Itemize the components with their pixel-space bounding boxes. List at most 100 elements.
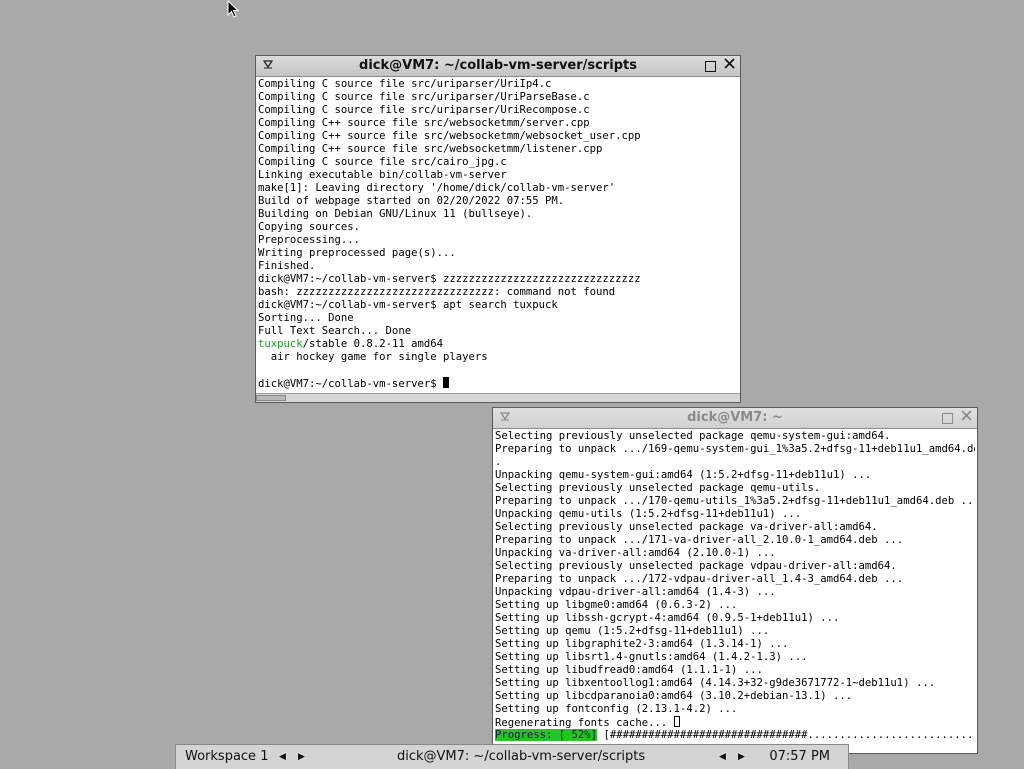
close-icon[interactable] (722, 58, 737, 73)
progress-label: Progress: [ 52%] (495, 729, 598, 741)
maximize-icon[interactable] (940, 410, 955, 425)
terminal-line: Unpacking vdpau-driver-all:amd64 (1.4-3)… (495, 586, 975, 599)
terminal-line-text: Setting up libxentoollog1:amd64 (4.14.3+… (495, 677, 936, 689)
workspace-label[interactable]: Workspace 1 (185, 745, 268, 769)
terminal-line-text: Setting up qemu (1:5.2+dfsg-11+deb11u1) … (495, 625, 770, 637)
terminal-line-text: Selecting previously unselected package … (495, 482, 821, 494)
window-titlebar[interactable]: dick@VM7: ~ (493, 408, 977, 429)
terminal-line-text: Setting up libssh-gcrypt-4:amd64 (0.9.5-… (495, 612, 840, 624)
terminal-line-text: Setting up libgme0:amd64 (0.6.3-2) ... (495, 599, 738, 611)
terminal-line-text: Preparing to unpack .../170-qemu-utils_1… (495, 495, 975, 507)
workspace-prev-icon[interactable]: ◀ (279, 745, 286, 769)
terminal-line: Compiling C++ source file src/websocketm… (258, 143, 603, 155)
terminal-line-text: Preparing to unpack .../171-va-driver-al… (495, 534, 904, 546)
terminal-line: dick@VM7:~/collab-vm-server$ zzzzzzzzzzz… (258, 273, 641, 285)
terminal-window-scripts[interactable]: dick@VM7: ~/collab-vm-server/scripts Com… (256, 56, 740, 402)
terminal-line: Building on Debian GNU/Linux 11 (bullsey… (258, 208, 533, 220)
progress-bar: [###############################........… (597, 729, 975, 741)
terminal-window-home[interactable]: dick@VM7: ~ Selecting previously unselec… (493, 408, 977, 753)
terminal-line-text: Selecting previously unselected package … (495, 430, 891, 442)
terminal-line-text: . (495, 456, 502, 468)
horizontal-scrollbar[interactable] (256, 393, 740, 402)
terminal-line-text: Unpacking vdpau-driver-all:amd64 (1.4-3)… (495, 586, 776, 598)
terminal-line: Selecting previously unselected package … (495, 482, 975, 495)
terminal-line-text: Unpacking qemu-utils (1:5.2+dfsg-11+deb1… (495, 508, 802, 520)
terminal-line: Setting up libssh-gcrypt-4:amd64 (0.9.5-… (495, 612, 975, 625)
terminal-line: Unpacking qemu-utils (1:5.2+dfsg-11+deb1… (495, 508, 975, 521)
terminal-line: Unpacking qemu-system-gui:amd64 (1:5.2+d… (495, 469, 975, 482)
terminal-line-text: Preparing to unpack .../172-vdpau-driver… (495, 573, 904, 585)
terminal-line: Setting up libgme0:amd64 (0.6.3-2) ... (495, 599, 975, 612)
taskbar-task-scripts[interactable]: dick@VM7: ~/collab-vm-server/scripts (397, 745, 645, 769)
window-titlebar[interactable]: dick@VM7: ~/collab-vm-server/scripts (256, 56, 740, 77)
terminal-line: tuxpuck/stable 0.8.2-11 amd64 (258, 338, 738, 351)
taskbar: Workspace 1 ◀ ▶ dick@VM7: ~/collab-vm-se… (175, 744, 849, 769)
terminal-line-text: Setting up fontconfig (2.13.1-4.2) ... (495, 703, 738, 715)
terminal-line: Preparing to unpack .../170-qemu-utils_1… (495, 495, 975, 508)
terminal-line: Setting up libgraphite2-3:amd64 (1.3.14-… (495, 638, 975, 651)
terminal-line: Copying sources. (258, 221, 361, 233)
terminal-line: Compiling C++ source file src/websocketm… (258, 130, 641, 142)
task-prev-icon[interactable]: ◀ (719, 745, 726, 769)
mouse-pointer-icon (227, 0, 241, 18)
terminal-line: Compiling C source file src/uriparser/Ur… (258, 104, 590, 116)
terminal-line: Compiling C source file src/uriparser/Ur… (258, 78, 552, 90)
maximize-icon[interactable] (703, 58, 718, 73)
terminal-output[interactable]: Compiling C source file src/uriparser/Ur… (258, 78, 738, 390)
terminal-line: Preprocessing... (258, 234, 361, 246)
text-cursor (673, 716, 680, 727)
terminal-line: dick@VM7:~/collab-vm-server$ apt search … (258, 299, 558, 311)
shell-prompt: dick@VM7:~/collab-vm-server$ (258, 378, 443, 390)
clock: 07:57 PM (769, 749, 830, 764)
package-name: tuxpuck (258, 338, 303, 350)
terminal-line: bash: zzzzzzzzzzzzzzzzzzzzzzzzzzzzzzz: c… (258, 286, 616, 298)
text-cursor (442, 377, 449, 388)
terminal-line: Preparing to unpack .../172-vdpau-driver… (495, 573, 975, 586)
terminal-line: Finished. (258, 260, 316, 272)
chevron-down-icon[interactable] (497, 410, 512, 425)
terminal-line: Selecting previously unselected package … (495, 521, 975, 534)
terminal-line: Full Text Search... Done (258, 325, 412, 337)
progress-line: Progress: [ 52%] [######################… (495, 729, 975, 742)
terminal-line: Compiling C++ source file src/websocketm… (258, 117, 590, 129)
terminal-line-text: Setting up libgraphite2-3:amd64 (1.3.14-… (495, 638, 789, 650)
close-icon[interactable] (959, 410, 974, 425)
workspace-next-icon[interactable]: ▶ (298, 745, 305, 769)
terminal-line: Compiling C source file src/cairo_jpg.c (258, 156, 507, 168)
scrollbar-thumb[interactable] (256, 395, 286, 401)
terminal-line: Setting up libudfread0:amd64 (1.1.1-1) .… (495, 664, 975, 677)
terminal-line-text: Setting up libudfread0:amd64 (1.1.1-1) .… (495, 664, 763, 676)
terminal-line-text: Preparing to unpack .../169-qemu-system-… (495, 443, 975, 455)
terminal-line: Preparing to unpack .../169-qemu-system-… (495, 443, 975, 456)
terminal-line: Setting up fontconfig (2.13.1-4.2) ... (495, 703, 975, 716)
terminal-line: Regenerating fonts cache... (495, 716, 975, 729)
terminal-line: Setting up qemu (1:5.2+dfsg-11+deb11u1) … (495, 625, 975, 638)
terminal-line-text: Unpacking va-driver-all:amd64 (2.10.0-1)… (495, 547, 776, 559)
terminal-line: Build of webpage started on 02/20/2022 0… (258, 195, 565, 207)
terminal-line: air hockey game for single players (258, 351, 488, 363)
terminal-output[interactable]: Selecting previously unselected package … (495, 430, 975, 742)
window-title: dick@VM7: ~ (687, 410, 783, 425)
terminal-line-text: Selecting previously unselected package … (495, 560, 897, 572)
terminal-line: Setting up libxentoollog1:amd64 (4.14.3+… (495, 677, 975, 690)
terminal-line-text: Selecting previously unselected package … (495, 521, 878, 533)
terminal-line: Preparing to unpack .../171-va-driver-al… (495, 534, 975, 547)
package-version: /stable 0.8.2-11 amd64 (302, 338, 443, 350)
chevron-down-icon[interactable] (260, 58, 275, 73)
terminal-prompt-line[interactable]: dick@VM7:~/collab-vm-server$ (258, 377, 738, 390)
terminal-line: Setting up libsrt1.4-gnutls:amd64 (1.4.2… (495, 651, 975, 664)
terminal-line: Selecting previously unselected package … (495, 430, 975, 443)
terminal-line-text: Setting up libsrt1.4-gnutls:amd64 (1.4.2… (495, 651, 808, 663)
terminal-line-text: Regenerating fonts cache... (495, 717, 674, 729)
terminal-line: Linking executable bin/collab-vm-server (258, 169, 507, 181)
task-next-icon[interactable]: ▶ (738, 745, 745, 769)
terminal-line: Setting up libcdparanoia0:amd64 (3.10.2+… (495, 690, 975, 703)
terminal-line: Unpacking va-driver-all:amd64 (2.10.0-1)… (495, 547, 975, 560)
terminal-line: . (495, 456, 975, 469)
terminal-line-text: Setting up libcdparanoia0:amd64 (3.10.2+… (495, 690, 853, 702)
terminal-line-text: Unpacking qemu-system-gui:amd64 (1:5.2+d… (495, 469, 872, 481)
terminal-line: Compiling C source file src/uriparser/Ur… (258, 91, 590, 103)
terminal-line: make[1]: Leaving directory '/home/dick/c… (258, 182, 616, 194)
terminal-line: Writing preprocessed page(s)... (258, 247, 456, 259)
